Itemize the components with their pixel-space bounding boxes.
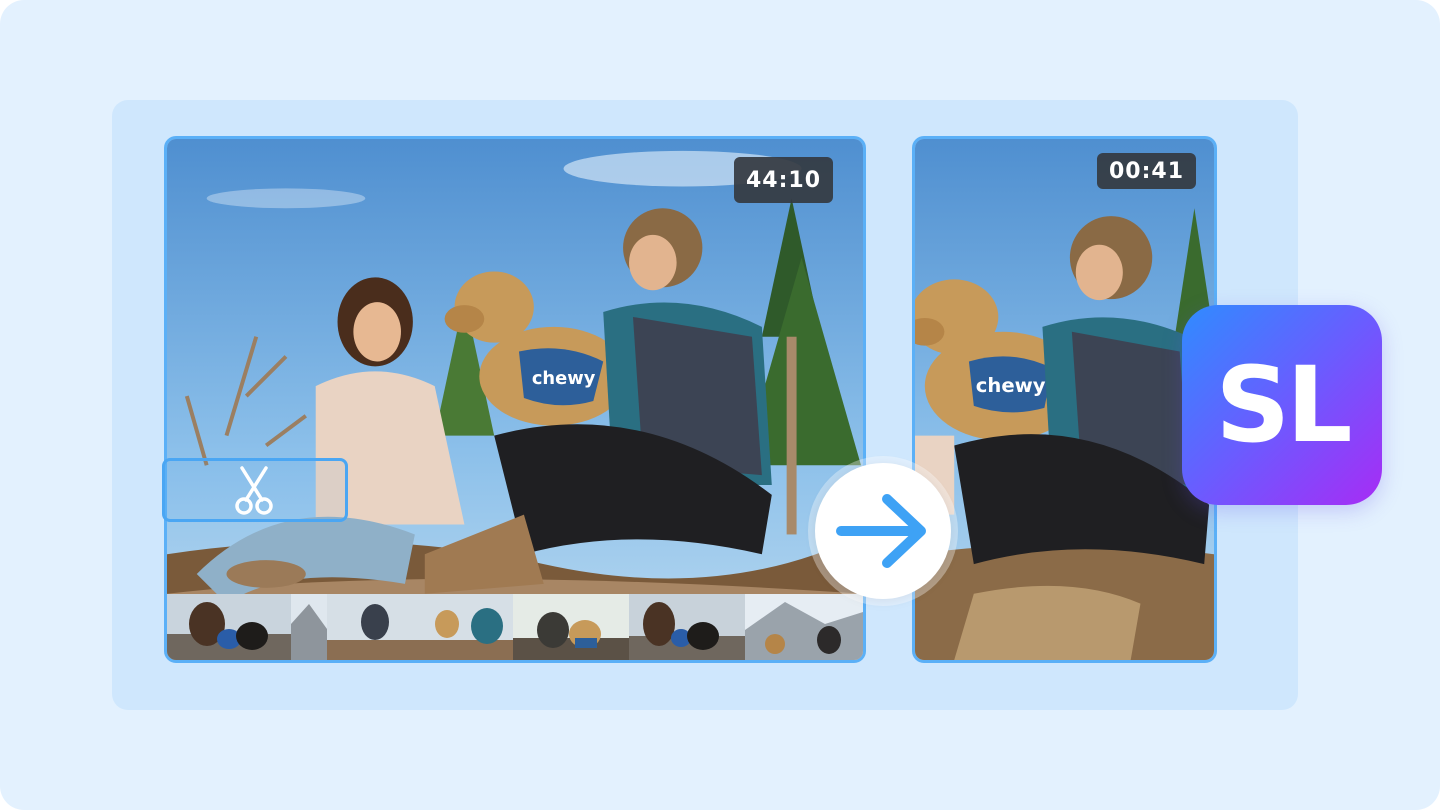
svg-text:chewy: chewy (532, 368, 596, 389)
clip-frame-image: chewy (915, 139, 1214, 660)
convert-arrow-button[interactable] (808, 456, 958, 606)
app-logo: SL (1182, 305, 1382, 505)
source-video-preview[interactable]: chewy 44:10 (164, 136, 866, 663)
output-clip-preview[interactable]: chewy 00:41 (912, 136, 1217, 663)
app-logo-text: SL (1215, 344, 1352, 466)
filmstrip-thumbnail[interactable] (291, 594, 327, 660)
filmstrip-thumbnail[interactable] (745, 594, 863, 660)
scissors-icon[interactable] (234, 466, 274, 516)
convert-arrow-button-inner[interactable] (815, 463, 951, 599)
filmstrip-thumbnail-selected[interactable] (327, 594, 513, 660)
timeline-filmstrip[interactable] (167, 594, 863, 660)
filmstrip-thumbnail[interactable] (629, 594, 745, 660)
filmstrip-thumbnail[interactable] (513, 594, 629, 660)
video-frame-image: chewy (167, 139, 863, 660)
source-duration-badge: 44:10 (733, 157, 833, 203)
clip-duration-badge: 00:41 (1096, 153, 1196, 189)
svg-text:chewy: chewy (976, 374, 1046, 397)
filmstrip-thumbnail[interactable] (167, 594, 291, 660)
arrow-right-icon (836, 494, 926, 568)
